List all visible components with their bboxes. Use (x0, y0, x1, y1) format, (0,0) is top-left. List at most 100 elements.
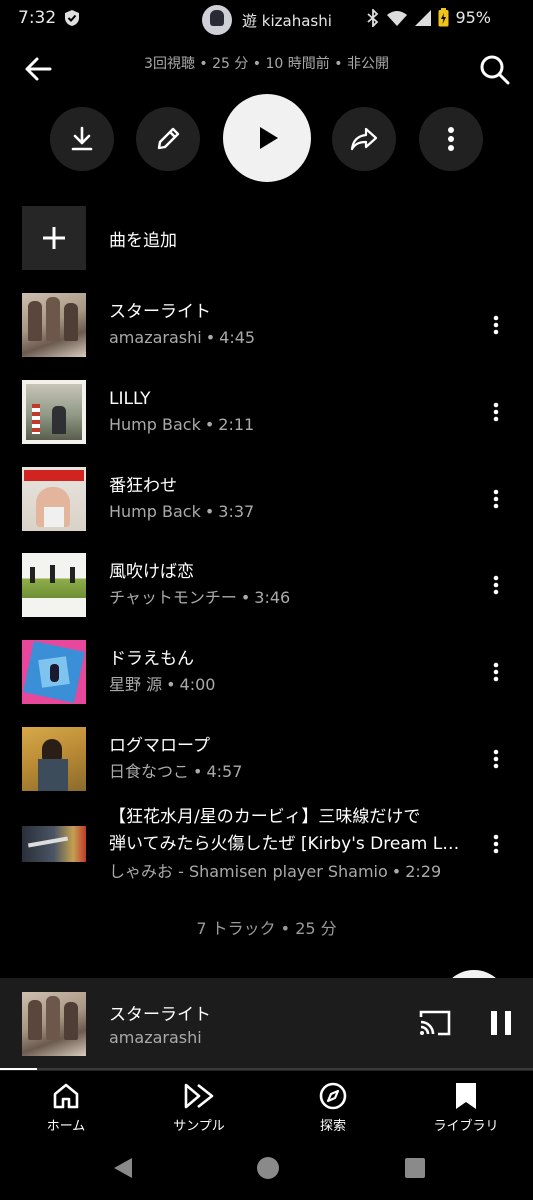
more-vert-icon (493, 662, 499, 682)
share-icon (350, 127, 378, 151)
album-art (22, 992, 86, 1056)
track-more-button[interactable] (484, 313, 508, 337)
track-duration: 3:46 (254, 588, 291, 607)
track-row[interactable]: 【狂花水月/星のカービィ】三味線だけで 弾いてみたら火傷したぜ [Kirby's… (22, 804, 512, 884)
wifi-icon (387, 10, 408, 26)
track-row[interactable]: スターライト amazarashi • 4:45 (22, 293, 512, 357)
pencil-icon (157, 127, 180, 150)
status-user: 遊 kizahashi (202, 5, 332, 35)
track-subtitle: チャットモンチー • 3:46 (109, 588, 291, 607)
track-more-button[interactable] (484, 660, 508, 684)
add-song-row[interactable]: 曲を追加 (22, 206, 502, 270)
track-artist: チャットモンチー (109, 588, 237, 607)
album-art (22, 380, 86, 444)
bottom-navigation: ホーム サンプル 探索 ライブラリ (0, 1070, 533, 1140)
track-row[interactable]: ドラえもん 星野 源 • 4:00 (22, 640, 512, 704)
nav-explore-label: 探索 (319, 1119, 346, 1134)
status-time: 7:32 (18, 8, 57, 28)
more-vert-icon (493, 749, 499, 769)
more-button[interactable] (419, 107, 483, 171)
library-icon (456, 1083, 476, 1109)
track-title: ドラえもん (109, 649, 194, 669)
nav-samples-icon-wrap (149, 1079, 249, 1113)
track-subtitle: amazarashi • 4:45 (109, 328, 256, 347)
share-button[interactable] (332, 107, 396, 171)
track-info: スターライト amazarashi • 4:45 (109, 300, 469, 350)
nav-explore[interactable]: 探索 (283, 1079, 383, 1134)
system-back-icon[interactable] (112, 1156, 134, 1180)
track-more-button[interactable] (484, 573, 508, 597)
mini-player[interactable]: スターライト amazarashi (0, 978, 533, 1070)
video-thumbnail (22, 826, 86, 862)
bluetooth-icon (367, 8, 379, 27)
track-info: 番狂わせ Hump Back • 3:37 (109, 474, 469, 524)
cast-icon[interactable] (418, 1008, 452, 1038)
track-row[interactable]: 番狂わせ Hump Back • 3:37 (22, 467, 512, 531)
track-artist: amazarashi (109, 328, 202, 347)
track-info: 風吹けば恋 チャットモンチー • 3:46 (109, 560, 469, 610)
track-duration: 4:00 (179, 675, 216, 694)
nav-library-icon-wrap (416, 1079, 516, 1113)
explore-icon (319, 1082, 347, 1110)
more-vert-icon (493, 575, 499, 595)
track-duration: 4:45 (219, 328, 256, 347)
download-icon (71, 126, 93, 151)
search-icon[interactable] (477, 52, 511, 86)
playlist-summary: 7 トラック • 25 分 (196, 919, 337, 938)
nav-home[interactable]: ホーム (16, 1079, 116, 1134)
now-playing-title: スターライト (109, 1005, 211, 1025)
track-info: LILLY Hump Back • 2:11 (109, 387, 469, 437)
more-vert-icon (493, 834, 499, 854)
album-art (22, 467, 86, 531)
system-navigation (0, 1140, 533, 1200)
play-icon (260, 127, 278, 149)
track-row[interactable]: ログマロープ 日食なつこ • 4:57 (22, 727, 512, 791)
album-art (22, 640, 86, 704)
nav-home-label: ホーム (46, 1119, 86, 1134)
nav-library-label: ライブラリ (433, 1119, 499, 1134)
download-button[interactable] (50, 107, 114, 171)
track-duration: 2:11 (218, 415, 255, 434)
track-duration: 3:37 (218, 502, 255, 521)
avatar (202, 5, 232, 35)
system-home-icon[interactable] (256, 1156, 280, 1180)
track-title: スターライト (109, 302, 211, 322)
track-subtitle: Hump Back • 3:37 (109, 502, 255, 521)
track-more-button[interactable] (484, 832, 508, 856)
track-title-line1: 【狂花水月/星のカービィ】三味線だけで (109, 807, 421, 827)
track-artist: 星野 源 (109, 675, 163, 694)
track-title-line2: 弾いてみたら火傷したぜ [Kirby's Dream Land] (109, 834, 469, 854)
track-row[interactable]: 風吹けば恋 チャットモンチー • 3:46 (22, 553, 512, 617)
track-title: 【狂花水月/星のカービィ】三味線だけで 弾いてみたら火傷したぜ [Kirby's… (109, 804, 469, 858)
more-vert-icon (493, 489, 499, 509)
track-more-button[interactable] (484, 400, 508, 424)
play-button[interactable] (223, 94, 311, 182)
nav-samples[interactable]: サンプル (149, 1079, 249, 1134)
status-right: 95% (366, 8, 491, 27)
home-icon (53, 1083, 79, 1109)
playlist-header: 3回視聴 • 25 分 • 10 時間前 • 非公開 (0, 44, 533, 94)
more-vert-icon (493, 402, 499, 422)
track-title: LILLY (109, 389, 151, 409)
more-vert-icon (493, 315, 499, 335)
edit-button[interactable] (136, 107, 200, 171)
track-more-button[interactable] (484, 747, 508, 771)
pause-icon[interactable] (486, 1008, 516, 1038)
status-username: 遊 kizahashi (242, 11, 332, 30)
samples-icon (184, 1083, 214, 1109)
track-artist: しゃみお - Shamisen player Shamio (109, 862, 388, 881)
nav-explore-icon-wrap (283, 1079, 383, 1113)
system-recents-icon[interactable] (404, 1157, 426, 1179)
battery-icon (438, 8, 449, 27)
track-duration: 4:57 (206, 762, 243, 781)
add-song-box (22, 206, 86, 270)
track-subtitle: しゃみお - Shamisen player Shamio • 2:29 (109, 862, 442, 881)
track-subtitle: 星野 源 • 4:00 (109, 675, 216, 694)
track-row[interactable]: LILLY Hump Back • 2:11 (22, 380, 512, 444)
track-info: 【狂花水月/星のカービィ】三味線だけで 弾いてみたら火傷したぜ [Kirby's… (109, 804, 469, 884)
add-song-label: 曲を追加 (109, 230, 177, 251)
album-art (22, 553, 86, 617)
nav-library[interactable]: ライブラリ (416, 1079, 516, 1134)
track-more-button[interactable] (484, 487, 508, 511)
plus-icon (43, 227, 65, 249)
